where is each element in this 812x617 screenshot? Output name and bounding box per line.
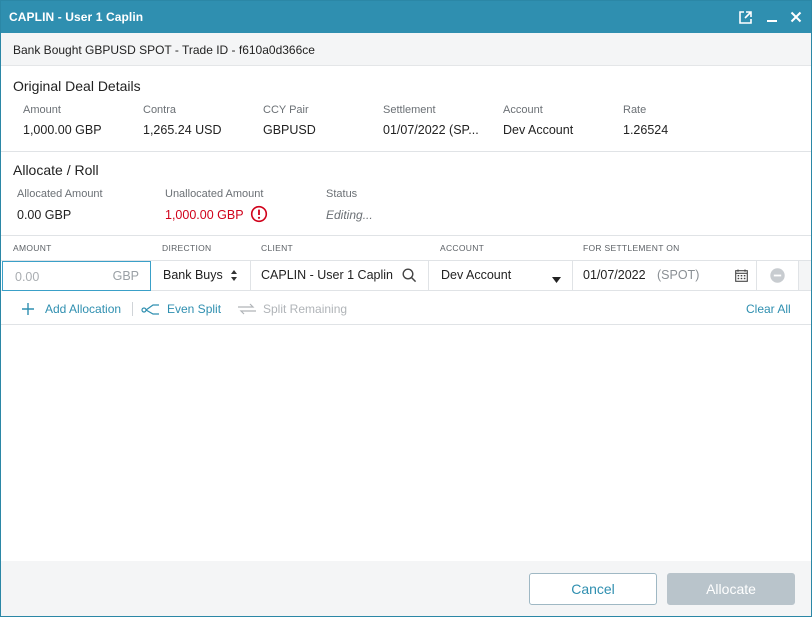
deal-amount-label: Amount — [23, 104, 61, 116]
section-divider — [1, 324, 811, 325]
split-remaining-icon — [238, 303, 256, 315]
dialog-footer: Cancel Allocate — [1, 561, 811, 616]
account-value: Dev Account — [441, 268, 512, 282]
search-icon[interactable] — [402, 268, 417, 286]
header-settlement: FOR SETTLEMENT ON — [583, 243, 680, 253]
deal-contra-value: 1,265.24 USD — [143, 123, 222, 137]
split-icon — [141, 304, 159, 315]
allocation-row: GBP Bank Buys CAPLIN - User 1 Caplin Dev… — [1, 260, 811, 291]
direction-select[interactable]: Bank Buys — [151, 261, 251, 290]
trade-subtitle-bar: Bank Bought GBPUSD SPOT - Trade ID - f61… — [1, 33, 811, 66]
deal-settlement-label: Settlement — [383, 104, 436, 116]
status-label: Status — [326, 188, 358, 200]
deal-settlement-value: 01/07/2022 (SP... — [383, 123, 479, 137]
deal-account-label: Account — [503, 104, 543, 116]
direction-value: Bank Buys — [163, 268, 223, 282]
settlement-tenor: (SPOT) — [657, 268, 700, 282]
calendar-icon[interactable] — [735, 269, 748, 285]
deal-rate-label: Rate — [623, 104, 647, 116]
window-title: CAPLIN - User 1 Caplin — [9, 10, 144, 24]
allocated-amount-label: Allocated Amount — [17, 188, 103, 200]
allocate-button[interactable]: Allocate — [667, 573, 795, 605]
deal-account-value: Dev Account — [503, 123, 574, 137]
account-select[interactable]: Dev Account — [429, 261, 573, 290]
unallocated-amount-value: 1,000.00 GBP — [165, 208, 244, 222]
remove-row-icon[interactable] — [770, 268, 785, 286]
remove-row-cell — [757, 261, 799, 290]
clear-all-button[interactable]: Clear All — [746, 302, 791, 316]
warning-icon — [250, 205, 268, 223]
add-allocation-label: Add Allocation — [45, 302, 122, 316]
settlement-date-value: 01/07/2022 — [583, 268, 646, 282]
deal-rate-value: 1.26524 — [623, 123, 669, 137]
split-remaining-label: Split Remaining — [263, 302, 348, 316]
status-value: Editing... — [326, 208, 373, 222]
minimize-icon[interactable] — [762, 7, 782, 27]
settlement-date-field[interactable]: 01/07/2022 (SPOT) — [573, 261, 757, 290]
deal-contra-label: Contra — [143, 104, 177, 116]
amount-field[interactable]: GBP — [2, 261, 151, 291]
title-bar: CAPLIN - User 1 Caplin — [1, 1, 811, 33]
action-separator — [132, 302, 133, 316]
unallocated-amount-label: Unallocated Amount — [165, 188, 264, 200]
allocation-dialog: CAPLIN - User 1 Caplin Bank Bought GBPUS… — [0, 0, 812, 617]
header-amount: AMOUNT — [13, 243, 52, 253]
allocated-amount-value: 0.00 GBP — [17, 208, 72, 222]
client-field[interactable]: CAPLIN - User 1 Caplin — [251, 261, 429, 290]
deal-ccy-pair-label: CCY Pair — [263, 104, 309, 116]
deal-amount-value: 1,000.00 GBP — [23, 123, 102, 137]
dropdown-caret-icon[interactable] — [552, 272, 561, 286]
trade-subtitle: Bank Bought GBPUSD SPOT - Trade ID - f61… — [13, 43, 315, 57]
row-scroll-gutter — [799, 261, 811, 290]
header-client: CLIENT — [261, 243, 294, 253]
allocate-roll-title: Allocate / Roll — [13, 162, 99, 178]
sort-arrows-icon — [230, 269, 238, 285]
cancel-button[interactable]: Cancel — [529, 573, 657, 605]
amount-input[interactable] — [15, 268, 105, 285]
original-deal-title: Original Deal Details — [13, 78, 141, 94]
section-divider — [1, 235, 811, 236]
section-divider — [1, 151, 811, 152]
client-value: CAPLIN - User 1 Caplin — [261, 268, 393, 282]
even-split-label: Even Split — [167, 302, 222, 316]
close-icon[interactable] — [786, 7, 806, 27]
amount-currency: GBP — [112, 269, 139, 283]
header-direction: DIRECTION — [162, 243, 212, 253]
plus-icon — [22, 303, 34, 315]
header-account: ACCOUNT — [440, 243, 485, 253]
deal-ccy-pair-value: GBPUSD — [263, 123, 316, 137]
popout-icon[interactable] — [735, 7, 755, 27]
